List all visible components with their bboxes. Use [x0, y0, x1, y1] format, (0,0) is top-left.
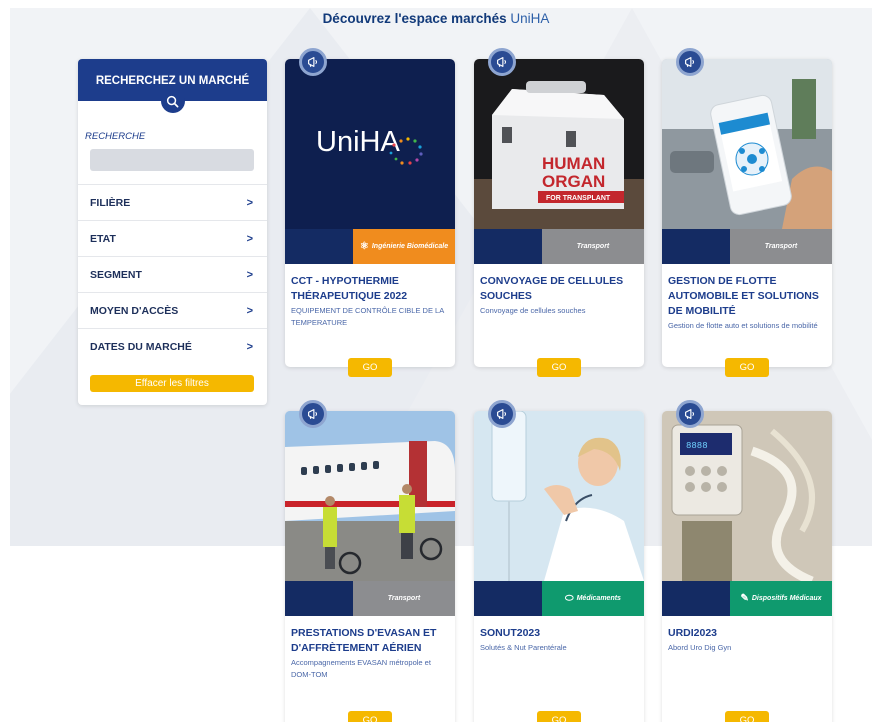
page-title: Découvrez l'espace marchés UniHA [0, 11, 872, 26]
category-tag-label: Ingénierie Biomédicale [371, 243, 449, 250]
go-button[interactable]: GO [348, 358, 392, 377]
megaphone-icon [299, 400, 327, 428]
svg-text:8888: 8888 [686, 441, 708, 451]
megaphone-icon [676, 48, 704, 76]
megaphone-icon [299, 48, 327, 76]
category-tag-label: Médicaments [576, 595, 621, 602]
go-button[interactable]: GO [537, 358, 581, 377]
market-card[interactable]: ⬭ Médicaments SONUT2023 Solutés & Nut Pa… [474, 400, 644, 722]
card-strip: ✎ Dispositifs Médicaux [662, 581, 832, 616]
card-strip: Transport [662, 229, 832, 264]
chevron-right-icon: > [246, 232, 253, 245]
megaphone-icon [488, 48, 516, 76]
card-title: GESTION DE FLOTTE AUTOMOBILE ET SOLUTION… [668, 275, 819, 317]
search-icon[interactable] [160, 89, 185, 113]
card-strip: ⬭ Médicaments [474, 581, 644, 616]
category-tag-label: Transport [576, 243, 610, 250]
card-image [662, 59, 832, 229]
go-button[interactable]: GO [725, 358, 769, 377]
card-image: HUMAN ORGAN FOR TRANSPLANT [474, 59, 644, 229]
card-title: URDI2023 [668, 627, 718, 639]
market-card[interactable]: HUMAN ORGAN FOR TRANSPLANT Transport CON… [474, 48, 644, 377]
page-title-strong: Découvrez l'espace marchés [322, 11, 507, 26]
category-tag: Transport [542, 229, 644, 264]
filter-filiere[interactable]: FILIÈRE > [78, 184, 267, 220]
chevron-right-icon: > [246, 304, 253, 317]
card-strip: Transport [474, 229, 644, 264]
filter-label: SEGMENT [90, 268, 142, 281]
box-text: FOR TRANSPLANT [546, 195, 611, 202]
go-button[interactable]: GO [348, 711, 392, 722]
category-tag: ⬭ Médicaments [542, 581, 644, 616]
strip-navy [662, 229, 730, 264]
uniha-logo: UniHA [316, 126, 400, 158]
filter-moyen-acces[interactable]: MOYEN D'ACCÈS > [78, 292, 267, 328]
syringe-icon: ✎ [740, 593, 749, 604]
market-card[interactable]: UniHA ⚛ Ingénierie Biomédicale CCT - HYP… [285, 48, 455, 377]
card-strip: ⚛ Ingénierie Biomédicale [285, 229, 455, 264]
filter-etat[interactable]: ETAT > [78, 220, 267, 256]
filter-label: ETAT [90, 232, 116, 245]
card-title: CONVOYAGE DE CELLULES SOUCHES [480, 275, 624, 302]
strip-navy [285, 581, 353, 616]
filter-label: FILIÈRE [90, 196, 131, 209]
category-tag: Transport [730, 229, 832, 264]
filter-dates[interactable]: DATES DU MARCHÉ > [78, 328, 267, 364]
box-text: HUMAN [542, 154, 605, 173]
card-image [474, 411, 644, 581]
card-image [285, 411, 455, 581]
filter-segment[interactable]: SEGMENT > [78, 256, 267, 292]
category-tag-label: Transport [387, 595, 421, 602]
megaphone-icon [488, 400, 516, 428]
strip-navy [474, 581, 542, 616]
category-tag-label: Dispositifs Médicaux [751, 595, 822, 602]
card-description: Solutés & Nut Parentérale [480, 643, 567, 652]
page-title-brand: UniHA [510, 11, 550, 26]
card-description: EQUIPEMENT DE CONTRÔLE CIBLE DE LA TEMPE… [291, 306, 444, 327]
strip-navy [474, 229, 542, 264]
atom-icon: ⚛ [359, 241, 369, 252]
card-title: PRESTATIONS D'EVASAN ET D'AFFRÈTEMENT AÉ… [291, 627, 437, 654]
chevron-right-icon: > [246, 340, 253, 353]
search-panel-header: RECHERCHEZ UN MARCHÉ [78, 59, 267, 113]
box-text: ORGAN [542, 172, 605, 191]
megaphone-icon [676, 400, 704, 428]
filter-list: FILIÈRE > ETAT > SEGMENT > MOYEN D'ACCÈS… [78, 184, 267, 364]
filter-label: DATES DU MARCHÉ [90, 340, 192, 353]
search-label: RECHERCHE [85, 131, 146, 142]
clear-filters-button[interactable]: Effacer les filtres [90, 375, 254, 392]
pill-icon: ⬭ [565, 593, 574, 604]
category-tag: ✎ Dispositifs Médicaux [730, 581, 832, 616]
search-panel: RECHERCHEZ UN MARCHÉ RECHERCHE FILIÈRE >… [78, 59, 267, 405]
card-image: UniHA [285, 59, 455, 229]
strip-navy [285, 229, 353, 264]
card-strip: Transport [285, 581, 455, 616]
card-description: Accompagnements EVASAN métropole et DOM-… [291, 658, 431, 679]
card-description: Gestion de flotte auto et solutions de m… [668, 321, 818, 330]
search-input[interactable] [90, 149, 254, 171]
go-button[interactable]: GO [725, 711, 769, 722]
card-description: Convoyage de cellules souches [480, 306, 586, 315]
go-button[interactable]: GO [537, 711, 581, 722]
market-card[interactable]: Transport GESTION DE FLOTTE AUTOMOBILE E… [662, 48, 832, 377]
category-tag: ⚛ Ingénierie Biomédicale [353, 229, 455, 264]
market-card[interactable]: 8888 ✎ Dispositifs Médicaux URDI2023 Abo… [662, 400, 832, 722]
chevron-right-icon: > [246, 196, 253, 209]
category-tag-label: Transport [764, 243, 798, 250]
filter-label: MOYEN D'ACCÈS [90, 304, 179, 317]
category-tag: Transport [353, 581, 455, 616]
strip-navy [662, 581, 730, 616]
card-title: SONUT2023 [480, 627, 541, 639]
chevron-right-icon: > [246, 268, 253, 281]
card-description: Abord Uro Dig Gyn [668, 643, 732, 652]
market-card[interactable]: Transport PRESTATIONS D'EVASAN ET D'AFFR… [285, 400, 455, 722]
card-image: 8888 [662, 411, 832, 581]
search-panel-title: RECHERCHEZ UN MARCHÉ [95, 75, 250, 87]
card-title: CCT - HYPOTHERMIE THÉRAPEUTIQUE 2022 [291, 275, 408, 302]
